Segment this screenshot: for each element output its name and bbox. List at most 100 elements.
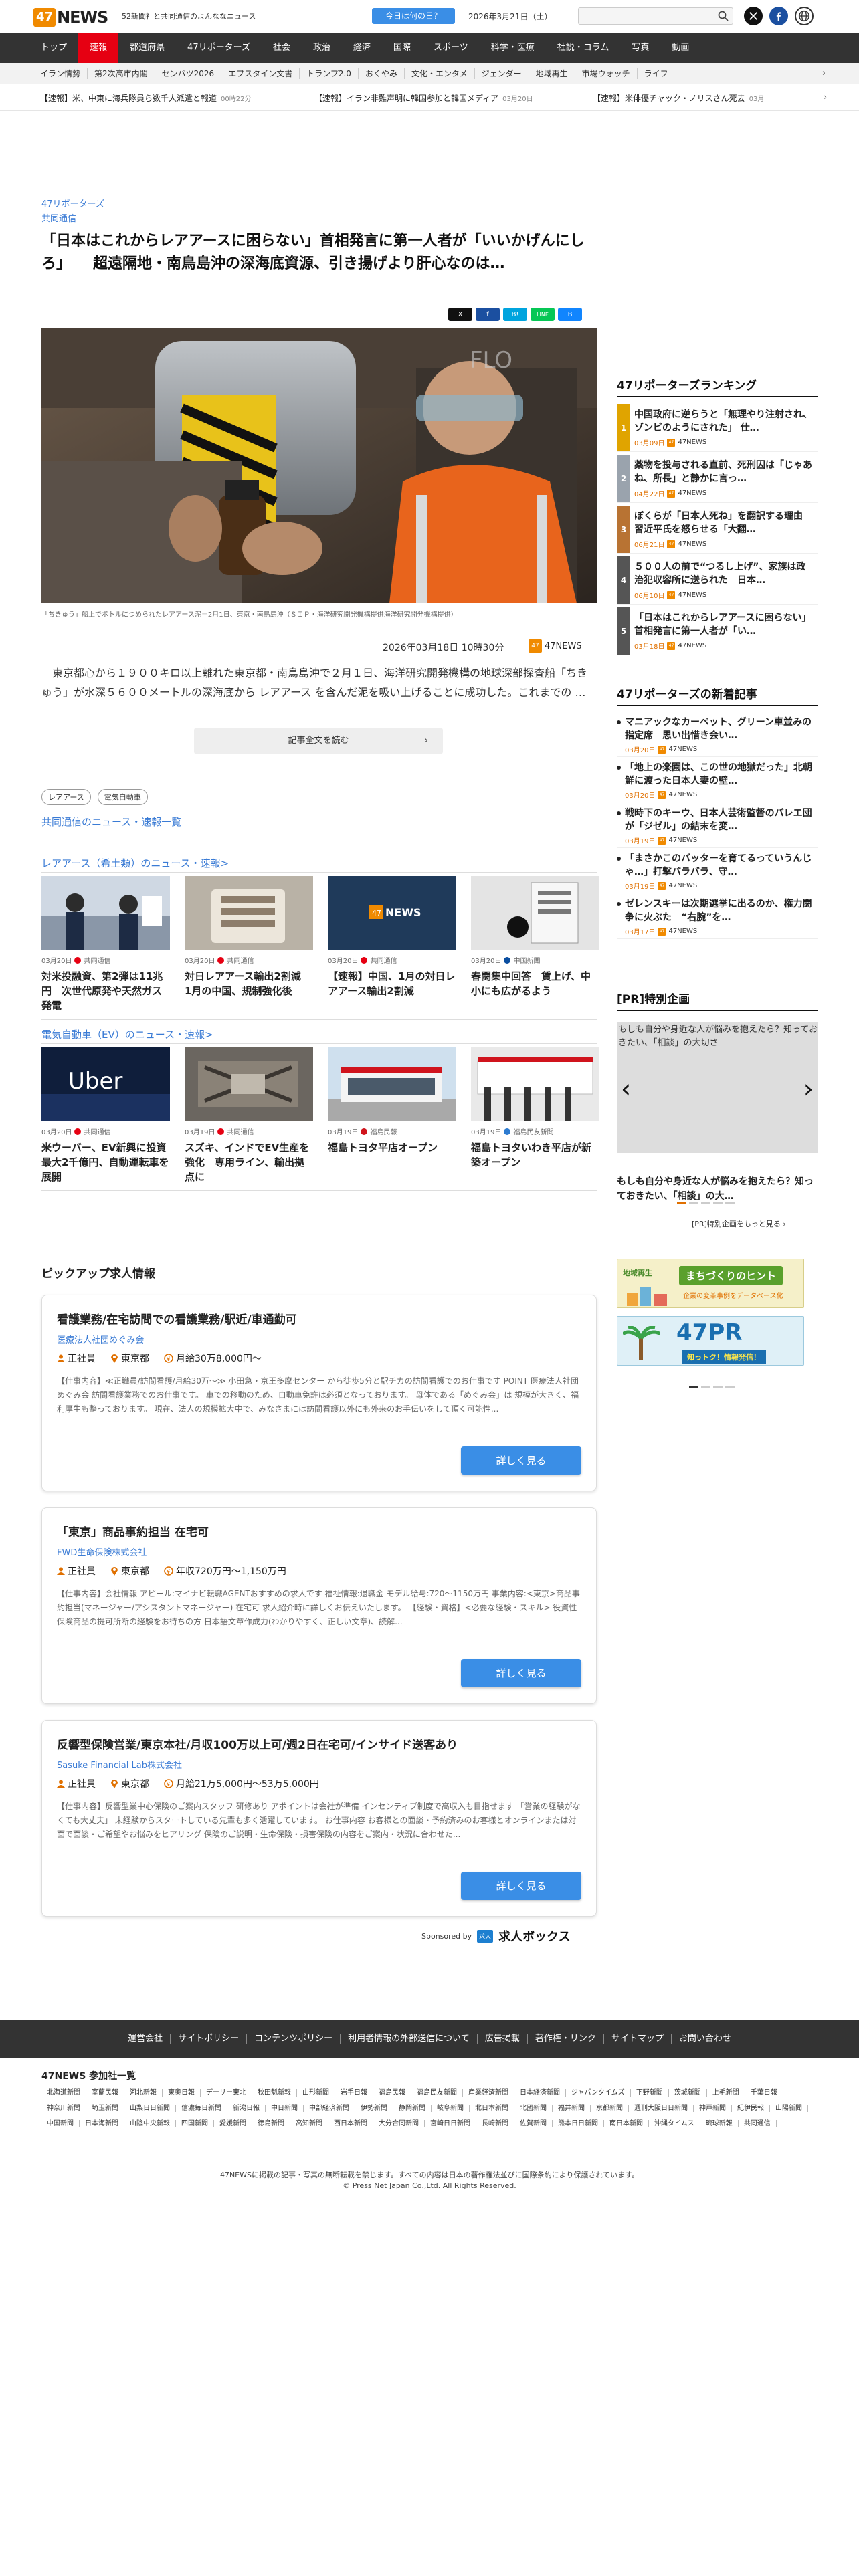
paper-link[interactable]: 長崎新聞 <box>476 2120 514 2127</box>
topic-item[interactable]: 第2次高市内閣 <box>88 68 155 79</box>
paper-link[interactable]: 沖縄タイムス <box>649 2120 700 2127</box>
newest-item[interactable]: 「まさかこのバッターを育てるっていうんじゃ…」打撃バラバラ、守… 03月19日 47… <box>617 852 818 893</box>
newest-item[interactable]: 戦時下のキーウ、日本人芸術監督のバレエ団が「ジゼル」の結末を変… 03月19日 47… <box>617 807 818 848</box>
chevron-right-icon[interactable]: › <box>822 68 826 78</box>
article-source[interactable]: 共同通信 <box>41 211 76 224</box>
read-full-article-button[interactable]: 記事全文を読む › <box>194 728 443 754</box>
search-input[interactable] <box>579 8 709 24</box>
topic-item[interactable]: 市場ウォッチ <box>575 68 638 79</box>
paper-link[interactable]: 静岡新聞 <box>393 2105 432 2112</box>
paper-link[interactable]: 福島民報 <box>373 2089 411 2097</box>
rare-earth-section-title[interactable]: レアアース（希土類）のニュース・速報> <box>41 856 229 870</box>
nav-item-top[interactable]: トップ <box>29 33 78 63</box>
nav-item-economy[interactable]: 経済 <box>342 33 382 63</box>
paper-link[interactable]: 東奥日報 <box>163 2089 201 2097</box>
facebook-icon[interactable] <box>769 7 788 25</box>
kyujinbox-link[interactable]: 求人ボックス <box>498 1927 570 1945</box>
paper-link[interactable]: 福井新聞 <box>553 2105 591 2112</box>
carousel-dot[interactable] <box>689 1202 698 1204</box>
ranking-item[interactable]: 5 「日本はこれからレアアースに困らない」首相発言に第一人者が「い… 03月18日… <box>617 607 818 655</box>
paper-link[interactable]: 日本経済新聞 <box>514 2089 566 2097</box>
job-card[interactable]: 「東京」商品事約担当 在宅可 FWD生命保険株式会社 正社員 東京都 ¥ 年収72… <box>41 1507 597 1704</box>
paper-link[interactable]: 茨城新聞 <box>669 2089 707 2097</box>
newest-item[interactable]: 「地上の楽園は、この世の地獄だった」北朝鮮に渡った日本人妻の壁… 03月20日 47… <box>617 761 818 802</box>
paper-link[interactable]: 山陽新聞 <box>770 2105 808 2112</box>
nav-item-society[interactable]: 社会 <box>262 33 302 63</box>
machizukuri-banner[interactable]: 地域再生 まちづくりのヒント 企業の変革事例をデータベース化 <box>617 1259 804 1308</box>
paper-link[interactable]: ジャパンタイムズ <box>566 2089 631 2097</box>
ranking-item[interactable]: 4 ５００人の前で“つるし上げ”、家族は政治犯収容所に送られた 日本… 06月10… <box>617 556 818 605</box>
paper-link[interactable]: 中国新聞 <box>41 2120 80 2127</box>
paper-link[interactable]: 京都新聞 <box>591 2105 629 2112</box>
tag-rare-earth[interactable]: レアアース <box>41 789 91 805</box>
today-in-history-button[interactable]: 今日は何の日？ <box>372 8 455 24</box>
paper-link[interactable]: 南日本新聞 <box>604 2120 649 2127</box>
paper-link[interactable]: 神奈川新聞 <box>41 2105 86 2112</box>
article-category[interactable]: 47リポーターズ <box>41 197 104 209</box>
topic-item[interactable]: トランプ2.0 <box>300 68 359 79</box>
news-card[interactable]: 03月20日 中国新聞 春闘集中回答 賃上げ、中小にも広がるよう <box>471 876 599 998</box>
ranking-item[interactable]: 3 ぼくらが「日本人死ね」を翻訳する理由 習近平氏を怒らせる「大翻… 06月21日… <box>617 506 818 554</box>
share-facebook-icon[interactable]: f <box>476 308 500 321</box>
nav-item-politics[interactable]: 政治 <box>302 33 342 63</box>
ticker-item[interactable]: 【速報】米、中東に海兵隊員ら数千人派遣と報道 00時22分 <box>40 92 251 104</box>
paper-link[interactable]: 新潟日報 <box>227 2105 266 2112</box>
paper-link[interactable]: 産業経済新聞 <box>463 2089 514 2097</box>
nav-item-sports[interactable]: スポーツ <box>422 33 480 63</box>
nav-item-editorial[interactable]: 社説・コラム <box>546 33 621 63</box>
news-card[interactable]: 03月19日 共同通信 スズキ、インドでEV生産を強化 専用ライン、輸出拠点に <box>185 1047 313 1184</box>
share-line-icon[interactable]: LINE <box>531 308 555 321</box>
ranking-item[interactable]: 1 中国政府に逆らうと「無理やり注射され、ゾンビのようにされた」 仕… 03月09… <box>617 404 818 452</box>
footer-link[interactable]: サイトマップ <box>604 2034 672 2044</box>
paper-link[interactable]: 秋田魁新報 <box>252 2089 297 2097</box>
nav-item-47reporters[interactable]: 47リポーターズ <box>176 33 262 63</box>
nav-item-science[interactable]: 科学・医療 <box>480 33 546 63</box>
pr-carousel[interactable]: もしも自分や身近な人が悩みを抱えたら？知っておきたい、「相談」の大切さ ‹ › <box>617 1022 818 1153</box>
paper-link[interactable]: 四国新聞 <box>176 2120 214 2127</box>
article-photo[interactable]: FLO <box>41 328 597 603</box>
paper-link[interactable]: 琉球新報 <box>700 2120 739 2127</box>
job-card[interactable]: 反響型保険営業/東京本社/月収100万以上可/週2日在宅可/インサイド送客あり … <box>41 1720 597 1917</box>
job-detail-button[interactable]: 詳しく見る <box>461 1446 581 1475</box>
paper-link[interactable]: 埼玉新聞 <box>86 2105 124 2112</box>
paper-link[interactable]: 宮崎日日新聞 <box>425 2120 476 2127</box>
paper-link[interactable]: 佐賀新聞 <box>514 2120 553 2127</box>
news-card[interactable]: Uber 03月20日 共同通信 米ウーバー、EV新興に投資 最大2千億円、自動運… <box>41 1047 177 1184</box>
search-icon[interactable] <box>718 11 729 21</box>
job-title[interactable]: 看護業務/在宅訪問での看護業務/駅近/車通勤可 <box>57 1310 297 1327</box>
share-x-icon[interactable]: X <box>448 308 472 321</box>
carousel-dot[interactable] <box>701 1386 710 1388</box>
paper-link[interactable]: 千葉日報 <box>745 2089 783 2097</box>
footer-link[interactable]: コンテンツポリシー <box>247 2034 341 2044</box>
paper-link[interactable]: 岩手日報 <box>335 2089 373 2097</box>
newest-item[interactable]: ゼレンスキーは次期選挙に出るのか、権力闘争に火ぶた “右腕”を… 03月17日 47… <box>617 897 818 939</box>
pr-article-title[interactable]: もしも自分や身近な人が悩みを抱えたら？知っておきたい、「相談」の大… <box>617 1174 818 1204</box>
topic-item[interactable]: センバツ2026 <box>155 68 222 79</box>
pr-more-link[interactable]: [PR]特別企画をもっと見る › <box>692 1218 786 1229</box>
carousel-dot[interactable] <box>701 1202 710 1204</box>
job-detail-button[interactable]: 詳しく見る <box>461 1659 581 1687</box>
paper-link[interactable]: 山陰中央新報 <box>124 2120 176 2127</box>
paper-link[interactable]: 伊勢新聞 <box>355 2105 393 2112</box>
nav-item-prefectures[interactable]: 都道府県 <box>118 33 176 63</box>
paper-link[interactable]: 山梨日日新聞 <box>124 2105 176 2112</box>
paper-link[interactable]: 北日本新聞 <box>470 2105 514 2112</box>
carousel-dot[interactable] <box>677 1202 686 1204</box>
paper-link[interactable]: 徳島新聞 <box>252 2120 290 2127</box>
news-card[interactable]: 03月19日 福島民友新聞 福島トヨタいわき平店が新築オープン <box>471 1047 599 1170</box>
ev-section-title[interactable]: 電気自動車（EV）のニュース・速報> <box>41 1027 213 1041</box>
footer-link[interactable]: お問い合わせ <box>672 2034 739 2044</box>
paper-link[interactable]: 北海道新聞 <box>41 2089 86 2097</box>
footer-link[interactable]: 著作権・リンク <box>528 2034 604 2044</box>
news-card[interactable]: 47 NEWS 03月20日 共同通信 【速報】中国、1月の対日レアアース輸出2割減 <box>328 876 456 998</box>
nav-item-breaking[interactable]: 速報 <box>78 33 119 63</box>
tag-electric-vehicle[interactable]: 電気自動車 <box>97 789 148 805</box>
paper-link[interactable]: 信濃毎日新聞 <box>176 2105 227 2112</box>
carousel-dot[interactable] <box>713 1202 723 1204</box>
carousel-dot[interactable] <box>725 1386 735 1388</box>
footer-link[interactable]: 広告掲載 <box>478 2034 528 2044</box>
nav-item-international[interactable]: 国際 <box>382 33 422 63</box>
topic-item[interactable]: ライフ <box>638 68 675 79</box>
share-bluesky-icon[interactable]: B <box>558 308 582 321</box>
newest-item[interactable]: マニアックなカーペット、グリーン車並みの指定席 思い出惜き会い… 03月20日 47… <box>617 716 818 757</box>
